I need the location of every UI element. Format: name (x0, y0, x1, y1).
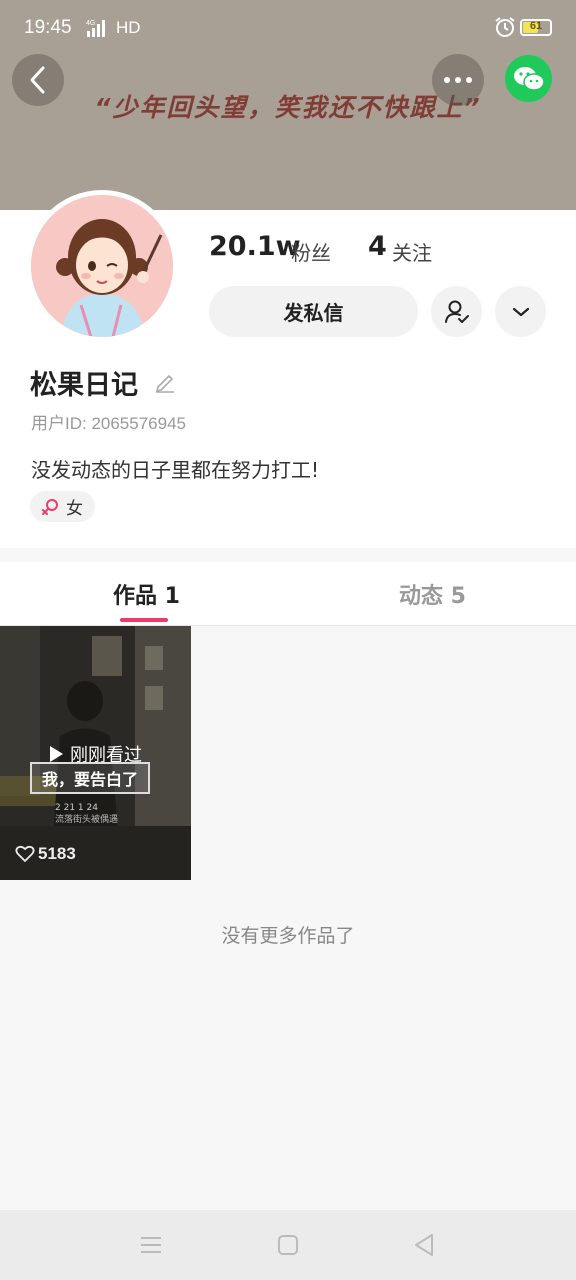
send-message-button[interactable]: 发私信 (209, 286, 418, 337)
wechat-icon (513, 66, 545, 91)
gender-label: 女 (66, 499, 83, 519)
no-more-works: 没有更多作品了 (221, 925, 355, 947)
status-bar: 19:45 4G HD 61 (0, 0, 576, 58)
followers-label[interactable]: 粉丝 (291, 237, 331, 266)
svg-text:2 21 1 24: 2 21 1 24 (55, 803, 98, 813)
wechat-share-button[interactable] (505, 55, 552, 102)
user-id: 用户ID: 2065576945 (31, 414, 186, 433)
home-icon[interactable] (273, 1230, 303, 1260)
tab-works[interactable]: 作品 1 (113, 578, 180, 610)
video-likes: 5183 (15, 844, 76, 864)
chevron-down-icon (512, 307, 529, 316)
female-icon (42, 498, 58, 515)
battery-text: 61 (529, 20, 543, 32)
likes-count: 5183 (38, 844, 76, 863)
network-type: 4G (86, 20, 95, 27)
profile-card: 20.1w 粉丝 4 关注 发私信 松果日记 用户ID: 2065576945 … (0, 190, 576, 548)
back-button[interactable] (12, 54, 64, 106)
active-tab-indicator (120, 618, 168, 622)
battery-indicator: 61 (520, 19, 552, 36)
edit-icon[interactable] (154, 371, 176, 393)
play-icon (50, 746, 63, 762)
back-icon (30, 66, 45, 94)
alarm-icon (495, 17, 515, 37)
back-nav-icon[interactable] (409, 1230, 439, 1260)
more-icon (444, 77, 472, 83)
menu-icon[interactable] (136, 1230, 166, 1260)
gender-tag: 女 (30, 491, 95, 522)
avatar-illustration (31, 195, 173, 337)
username: 松果日记 (30, 370, 138, 401)
signal-icon: 4G (86, 20, 105, 37)
video-thumbnail[interactable]: 2 21 1 24 流落街头被偶遇 刚刚看过 我，要告白了 5183 (0, 626, 191, 880)
following-count[interactable]: 4 (368, 231, 387, 262)
video-caption: 我，要告白了 (30, 762, 151, 794)
hd-indicator: HD (116, 18, 141, 37)
content-tabs: 作品 1 动态 5 (0, 562, 576, 626)
more-button[interactable] (432, 54, 484, 106)
follow-status-icon (444, 300, 469, 323)
avatar-ring (26, 190, 178, 342)
heart-icon (15, 845, 35, 862)
follow-status-button[interactable] (431, 286, 482, 337)
following-label[interactable]: 关注 (392, 237, 432, 266)
bio: 没发动态的日子里都在努力打工! (31, 458, 320, 482)
expand-button[interactable] (495, 286, 546, 337)
svg-text:流落街头被偶遇: 流落街头被偶遇 (55, 813, 118, 825)
avatar[interactable] (31, 195, 173, 337)
followers-count[interactable]: 20.1w (209, 231, 301, 262)
banner-quote: “少年回头望，笑我还不快跟上” (94, 93, 482, 122)
status-time: 19:45 (24, 17, 72, 38)
system-nav-bar (0, 1210, 576, 1280)
tab-moments[interactable]: 动态 5 (399, 578, 466, 610)
